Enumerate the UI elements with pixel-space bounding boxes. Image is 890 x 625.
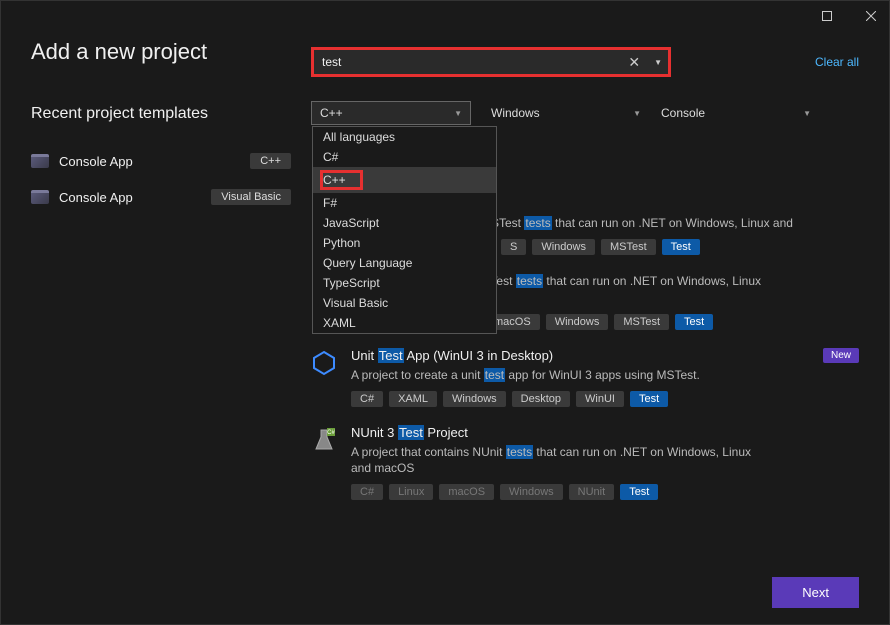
dropdown-item-visual-basic[interactable]: Visual Basic <box>313 293 496 313</box>
tag: C# <box>351 391 383 407</box>
recent-templates-heading: Recent project templates <box>31 105 291 123</box>
result-title: Unit Test App (WinUI 3 in Desktop) <box>351 348 700 363</box>
chevron-down-icon: ▼ <box>454 109 462 118</box>
recent-template-item[interactable]: Console App Visual Basic <box>31 179 291 215</box>
console-app-icon <box>31 190 49 204</box>
next-button[interactable]: Next <box>772 577 859 608</box>
language-pill: C++ <box>250 153 291 169</box>
template-result[interactable]: C# NUnit 3 Test Project A project that c… <box>311 425 859 500</box>
maximize-button[interactable] <box>815 4 839 28</box>
tag: NUnit <box>569 484 615 500</box>
language-dropdown: All languages C# C++ F# JavaScript Pytho… <box>312 126 497 334</box>
result-tags: C# XAML Windows Desktop WinUI Test <box>351 391 700 407</box>
search-input[interactable] <box>314 51 620 73</box>
tag: S <box>501 239 526 255</box>
tag: Windows <box>532 239 595 255</box>
project-type-filter[interactable]: Console ▼ <box>661 101 811 125</box>
tag: MSTest <box>614 314 669 330</box>
tag-highlighted: Test <box>675 314 713 330</box>
dropdown-item-javascript[interactable]: JavaScript <box>313 213 496 233</box>
result-title: NUnit 3 Test Project <box>351 425 771 440</box>
platform-filter-label: Windows <box>491 106 540 120</box>
svg-text:C#: C# <box>327 430 335 436</box>
tag: Windows <box>500 484 563 500</box>
recent-template-item[interactable]: Console App C++ <box>31 143 291 179</box>
console-app-icon <box>31 154 49 168</box>
tag: WinUI <box>576 391 624 407</box>
tag: Desktop <box>512 391 570 407</box>
language-filter[interactable]: C++ ▼ All languages C# C++ F# JavaScript… <box>311 101 471 125</box>
result-description: A project to create a unit test app for … <box>351 367 700 383</box>
tag: Linux <box>389 484 433 500</box>
dropdown-item-query-language[interactable]: Query Language <box>313 253 496 273</box>
winui-hex-icon <box>311 350 337 376</box>
chevron-down-icon: ▼ <box>633 109 641 118</box>
tag: C# <box>351 484 383 500</box>
language-pill: Visual Basic <box>211 189 291 205</box>
clear-search-icon[interactable]: ✕ <box>620 54 648 71</box>
result-description: STest tests that can run on .NET on Wind… <box>491 215 793 231</box>
template-result[interactable]: New Unit Test App (WinUI 3 in Desktop) A… <box>311 348 859 407</box>
result-tags: C# Linux macOS Windows NUnit Test <box>351 484 771 500</box>
recent-item-label: Console App <box>59 190 201 205</box>
flask-cs-icon: C# <box>311 427 337 453</box>
result-description: A project that contains NUnit tests that… <box>351 444 771 476</box>
tag-highlighted: Test <box>620 484 658 500</box>
dropdown-item-python[interactable]: Python <box>313 233 496 253</box>
tag: MSTest <box>601 239 656 255</box>
tag: macOS <box>439 484 494 500</box>
tag: XAML <box>389 391 437 407</box>
tag-highlighted: Test <box>630 391 668 407</box>
tag: Windows <box>546 314 609 330</box>
platform-filter[interactable]: Windows ▼ <box>491 101 641 125</box>
dropdown-item-cpp[interactable]: C++ <box>313 167 496 193</box>
result-tags: S Windows MSTest Test <box>501 239 793 255</box>
search-dropdown-icon[interactable]: ▼ <box>648 58 668 67</box>
chevron-down-icon: ▼ <box>803 109 811 118</box>
tag: Windows <box>443 391 506 407</box>
dropdown-item-all-languages[interactable]: All languages <box>313 127 496 147</box>
dropdown-item-csharp[interactable]: C# <box>313 147 496 167</box>
cpp-highlight-box: C++ <box>320 170 363 190</box>
search-box-highlighted: ✕ ▼ <box>311 47 671 77</box>
template-result[interactable]: STest tests that can run on .NET on Wind… <box>491 215 859 255</box>
titlebar <box>1 1 889 31</box>
language-filter-label: C++ <box>320 106 343 120</box>
project-type-filter-label: Console <box>661 106 705 120</box>
page-title: Add a new project <box>31 39 291 65</box>
tag-highlighted: Test <box>662 239 700 255</box>
new-badge: New <box>823 348 859 363</box>
dropdown-item-typescript[interactable]: TypeScript <box>313 273 496 293</box>
close-button[interactable] <box>859 4 883 28</box>
clear-all-link[interactable]: Clear all <box>815 55 859 69</box>
recent-item-label: Console App <box>59 154 240 169</box>
dropdown-item-fsharp[interactable]: F# <box>313 193 496 213</box>
dropdown-item-xaml[interactable]: XAML <box>313 313 496 333</box>
